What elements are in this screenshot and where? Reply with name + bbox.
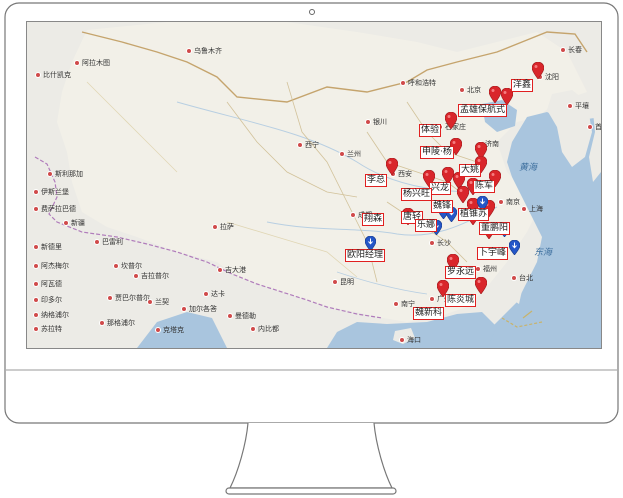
city-label: 费萨拉巴德 [33, 205, 76, 214]
city-label: 苏拉特 [33, 325, 62, 334]
marker-label[interactable]: 陈军 [473, 180, 496, 193]
city-label: 拉萨 [212, 223, 234, 232]
city-label: 新疆 [63, 219, 85, 228]
marker-label[interactable]: 体验 [419, 124, 442, 137]
city-label: 斯利那加 [47, 170, 83, 179]
city-label: 吉大港 [217, 266, 246, 275]
city-label: 长沙 [429, 239, 451, 248]
marker-label[interactable]: 申陵·杨 [420, 146, 454, 159]
city-label: 新德里 [33, 243, 62, 252]
city-label: 北京 [459, 86, 481, 95]
marker-label[interactable]: 卜宇峰 [477, 247, 509, 260]
city-label: 印多尔 [33, 296, 62, 305]
blue-map-pin-icon[interactable] [509, 240, 520, 255]
city-label: 平壤 [567, 102, 589, 111]
city-label: 阿杰梅尔 [33, 262, 69, 271]
marker-label[interactable]: 植锥苏 [458, 208, 490, 221]
city-label: 比什凯克 [35, 71, 71, 80]
red-map-pin-icon[interactable] [532, 62, 544, 79]
red-map-pin-icon[interactable] [489, 86, 501, 103]
marker-label[interactable]: 乐娜 [415, 219, 438, 232]
city-label: 那格浦尔 [99, 319, 135, 328]
city-label: 贾巴尔普尔 [107, 294, 150, 303]
marker-label[interactable]: 欧阳经理 [345, 249, 386, 262]
city-label: 兰契 [147, 298, 169, 307]
city-label: 海口 [399, 336, 421, 345]
city-label: 伊斯兰堡 [33, 188, 69, 197]
marker-label[interactable]: 兴龙 [429, 182, 452, 195]
city-label: 银川 [365, 118, 387, 127]
city-label: 阿瓦德 [33, 280, 62, 289]
city-label: 坎普尔 [113, 262, 142, 271]
marker-label[interactable]: 杨兴旺 [401, 188, 433, 201]
marker-label[interactable]: 陈炎城 [445, 294, 477, 307]
marker-label[interactable]: 魏新科 [413, 307, 445, 320]
sea-label: 东海 [534, 248, 553, 258]
city-label: 兰州 [339, 150, 361, 159]
city-label: 首尔 [587, 123, 601, 132]
city-label: 曼德勒 [227, 312, 256, 321]
sea-label: 黄海 [519, 163, 538, 173]
city-label: 昆明 [332, 278, 354, 287]
city-label: 内比都 [250, 325, 279, 334]
city-label: 纳格浦尔 [33, 311, 69, 320]
city-label: 吉拉普尔 [133, 272, 169, 281]
marker-label[interactable]: 罗永远 [445, 266, 477, 279]
city-label: 巴雷利 [94, 238, 123, 247]
marker-label[interactable]: 洋鑫 [511, 79, 534, 92]
city-label: 上海 [521, 205, 543, 214]
city-label: 南宁 [393, 300, 415, 309]
city-label: 西宁 [297, 141, 319, 150]
city-label: 台北 [511, 274, 533, 283]
red-map-pin-icon[interactable] [475, 277, 487, 294]
map-screen[interactable]: 阿拉木图比什凯克乌鲁木齐呼和浩特北京沈阳长春平壤首尔石家庄银川西宁兰州济南西安南… [27, 22, 601, 348]
city-label: 南京 [498, 198, 520, 207]
city-label: 加尔各答 [181, 305, 217, 314]
red-map-pin-icon[interactable] [386, 158, 398, 175]
marker-label[interactable]: 李总 [365, 174, 388, 187]
city-label: 阿拉木图 [74, 59, 110, 68]
marker-label[interactable]: 大姚 [459, 164, 482, 177]
city-label: 乌鲁木齐 [186, 47, 222, 56]
marker-label[interactable]: 魏锋 [431, 200, 454, 213]
city-label: 福州 [475, 265, 497, 274]
marker-label[interactable]: 董鹏阳 [479, 222, 511, 235]
marker-label[interactable]: 孟雄保航式 [458, 104, 508, 117]
city-label: 呼和浩特 [400, 79, 436, 88]
marker-label[interactable]: 翔森 [362, 213, 385, 226]
city-label: 达卡 [203, 290, 225, 299]
red-map-pin-icon[interactable] [445, 112, 457, 129]
city-label: 克塔克 [155, 326, 184, 335]
city-label: 长春 [560, 46, 582, 55]
